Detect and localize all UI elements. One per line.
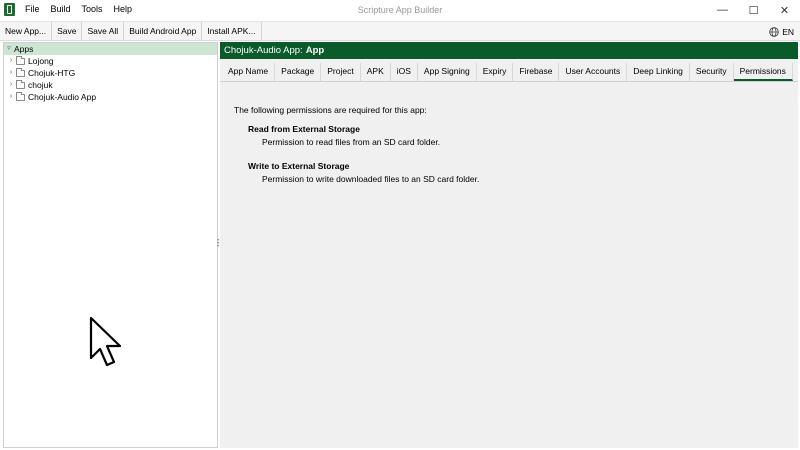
window-controls: — ☐ ✕ bbox=[707, 0, 800, 20]
tree-item-chojuk[interactable]: › chojuk bbox=[4, 79, 217, 91]
tab-expiry[interactable]: Expiry bbox=[477, 63, 514, 81]
tab-user-accounts[interactable]: User Accounts bbox=[559, 63, 628, 81]
menu-tools[interactable]: Tools bbox=[82, 4, 103, 14]
expand-icon[interactable]: › bbox=[6, 55, 16, 67]
new-app-button[interactable]: New App... bbox=[0, 22, 53, 40]
install-apk-button[interactable]: Install APK... bbox=[202, 22, 262, 40]
tab-deep-linking[interactable]: Deep Linking bbox=[627, 63, 690, 81]
tree-item-label: Lojong bbox=[28, 56, 54, 66]
tab-security[interactable]: Security bbox=[690, 63, 734, 81]
panel-header: Chojuk-Audio App: App bbox=[220, 42, 798, 59]
permissions-intro: The following permissions are required f… bbox=[234, 105, 427, 115]
panel-header-app-name: Chojuk-Audio App: bbox=[224, 45, 303, 56]
language-label: EN bbox=[782, 27, 794, 37]
mouse-cursor-icon bbox=[89, 316, 122, 367]
title-bar: File Build Tools Help Scripture App Buil… bbox=[0, 0, 800, 20]
tab-app-signing[interactable]: App Signing bbox=[418, 63, 477, 81]
permission-description: Permission to read files from an SD card… bbox=[262, 137, 441, 147]
tab-firebase[interactable]: Firebase bbox=[513, 63, 560, 81]
tree-item-apps-root[interactable]: ▿ Apps bbox=[4, 43, 217, 55]
tab-app-name[interactable]: App Name bbox=[222, 63, 276, 81]
close-icon[interactable]: ✕ bbox=[769, 0, 800, 20]
maximize-icon[interactable]: ☐ bbox=[738, 0, 769, 20]
permission-title: Read from External Storage bbox=[248, 124, 360, 134]
save-button[interactable]: Save bbox=[52, 22, 83, 40]
menu-help[interactable]: Help bbox=[114, 4, 133, 14]
tree-item-label: Apps bbox=[14, 44, 34, 54]
permission-item: Read from External Storage Permission to… bbox=[234, 124, 784, 147]
permission-title: Write to External Storage bbox=[248, 161, 350, 171]
tab-apk[interactable]: APK bbox=[361, 63, 391, 81]
tree-item-lojong[interactable]: › Lojong bbox=[4, 55, 217, 67]
folder-icon bbox=[16, 79, 25, 89]
settings-tabs: App Name Package Project APK iOS App Sig… bbox=[220, 61, 798, 82]
app-settings-panel: Chojuk-Audio App: App App Name Package P… bbox=[220, 42, 798, 448]
menu-bar: File Build Tools Help bbox=[25, 4, 143, 14]
tree-item-chojuk-htg[interactable]: › Chojuk-HTG bbox=[4, 67, 217, 79]
minimize-icon[interactable]: — bbox=[707, 0, 738, 20]
permissions-content: The following permissions are required f… bbox=[220, 82, 798, 184]
language-selector[interactable]: EN bbox=[769, 23, 794, 41]
expand-icon[interactable]: › bbox=[6, 91, 16, 103]
build-android-app-button[interactable]: Build Android App bbox=[124, 22, 203, 40]
tree-item-label: Chojuk-HTG bbox=[28, 68, 76, 78]
tab-permissions[interactable]: Permissions bbox=[733, 63, 793, 81]
globe-icon bbox=[769, 27, 779, 37]
tree-item-label: Chojuk-Audio App bbox=[28, 92, 97, 102]
permission-description: Permission to write downloaded files to … bbox=[262, 174, 480, 184]
toolbar: New App... Save Save All Build Android A… bbox=[0, 21, 800, 41]
permission-item: Write to External Storage Permission to … bbox=[234, 161, 784, 184]
app-logo-icon bbox=[4, 3, 15, 16]
tab-package[interactable]: Package bbox=[275, 63, 322, 81]
tab-project[interactable]: Project bbox=[321, 63, 361, 81]
save-all-button[interactable]: Save All bbox=[82, 22, 125, 40]
folder-icon bbox=[16, 91, 25, 101]
collapse-icon[interactable]: ▿ bbox=[4, 43, 14, 55]
tree-item-label: chojuk bbox=[28, 80, 53, 90]
folder-icon bbox=[16, 55, 25, 65]
expand-icon[interactable]: › bbox=[6, 79, 16, 91]
folder-icon bbox=[16, 67, 25, 77]
menu-build[interactable]: Build bbox=[51, 4, 71, 14]
expand-icon[interactable]: › bbox=[6, 67, 16, 79]
tree-item-chojuk-audio-app[interactable]: › Chojuk-Audio App bbox=[4, 91, 217, 103]
tab-ios[interactable]: iOS bbox=[391, 63, 418, 81]
menu-file[interactable]: File bbox=[25, 4, 40, 14]
apps-tree: ▿ Apps › Lojong › Chojuk-HTG › chojuk › … bbox=[3, 42, 218, 448]
panel-header-section: App bbox=[305, 45, 325, 56]
